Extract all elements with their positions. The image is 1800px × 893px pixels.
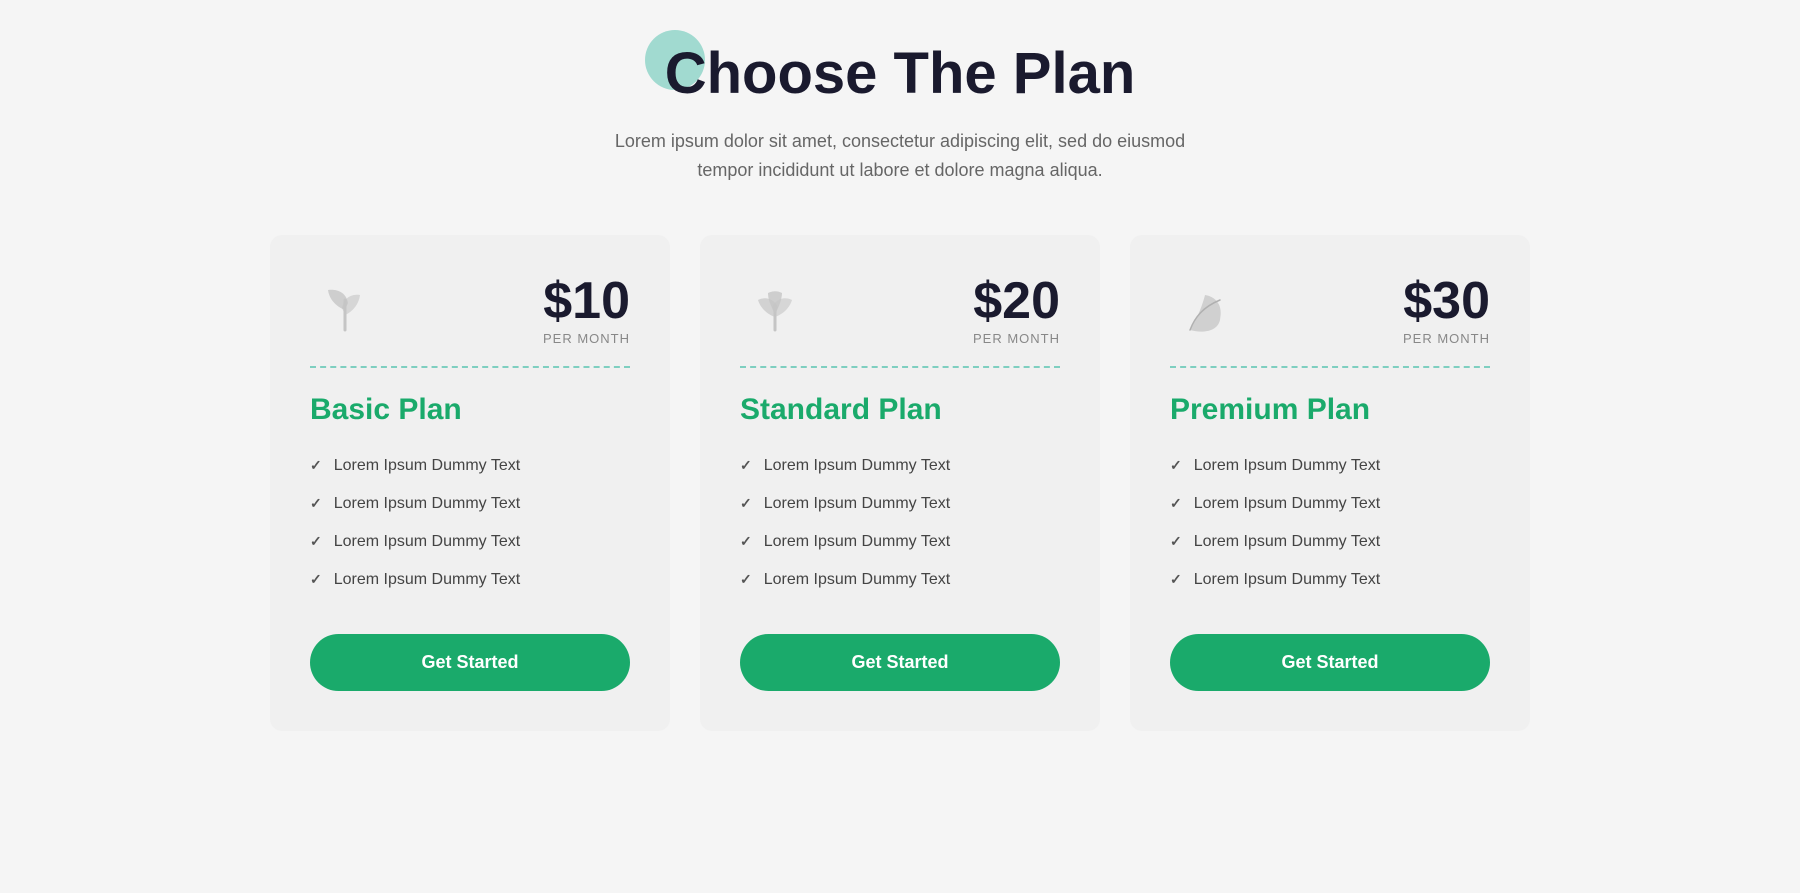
feature-text: Lorem Ipsum Dummy Text — [1194, 457, 1380, 475]
price-amount: $30 — [1403, 275, 1490, 327]
feature-item: ✓ Lorem Ipsum Dummy Text — [310, 447, 630, 485]
check-icon: ✓ — [1170, 457, 1182, 474]
price-section: $30 PER MONTH — [1403, 275, 1490, 346]
check-icon: ✓ — [310, 571, 322, 588]
plan-icon-premium — [1170, 275, 1240, 345]
check-icon: ✓ — [1170, 533, 1182, 550]
plan-card-standard: $20 PER MONTH Standard Plan ✓ Lorem Ipsu… — [700, 235, 1100, 731]
feature-item: ✓ Lorem Ipsum Dummy Text — [310, 523, 630, 561]
per-month-label: PER MONTH — [543, 331, 630, 346]
feature-text: Lorem Ipsum Dummy Text — [334, 533, 520, 551]
feature-item: ✓ Lorem Ipsum Dummy Text — [740, 561, 1060, 599]
divider — [1170, 366, 1490, 368]
plan-name: Basic Plan — [310, 393, 630, 427]
plan-icon-basic — [310, 275, 380, 345]
plan-header: $10 PER MONTH — [310, 275, 630, 346]
plan-name: Premium Plan — [1170, 393, 1490, 427]
feature-item: ✓ Lorem Ipsum Dummy Text — [1170, 523, 1490, 561]
feature-item: ✓ Lorem Ipsum Dummy Text — [310, 485, 630, 523]
feature-item: ✓ Lorem Ipsum Dummy Text — [1170, 447, 1490, 485]
per-month-label: PER MONTH — [1403, 331, 1490, 346]
price-amount: $20 — [973, 275, 1060, 327]
price-section: $20 PER MONTH — [973, 275, 1060, 346]
check-icon: ✓ — [740, 457, 752, 474]
features-list: ✓ Lorem Ipsum Dummy Text ✓ Lorem Ipsum D… — [740, 447, 1060, 599]
plan-header: $30 PER MONTH — [1170, 275, 1490, 346]
page-title: Choose The Plan — [665, 40, 1136, 107]
feature-text: Lorem Ipsum Dummy Text — [1194, 533, 1380, 551]
features-list: ✓ Lorem Ipsum Dummy Text ✓ Lorem Ipsum D… — [310, 447, 630, 599]
feature-text: Lorem Ipsum Dummy Text — [764, 533, 950, 551]
check-icon: ✓ — [1170, 495, 1182, 512]
title-wrapper: Choose The Plan — [665, 40, 1136, 107]
header-section: Choose The Plan Lorem ipsum dolor sit am… — [590, 40, 1210, 185]
divider — [740, 366, 1060, 368]
feature-item: ✓ Lorem Ipsum Dummy Text — [310, 561, 630, 599]
feature-text: Lorem Ipsum Dummy Text — [334, 457, 520, 475]
feature-text: Lorem Ipsum Dummy Text — [764, 495, 950, 513]
feature-item: ✓ Lorem Ipsum Dummy Text — [740, 485, 1060, 523]
feature-text: Lorem Ipsum Dummy Text — [334, 571, 520, 589]
divider — [310, 366, 630, 368]
price-amount: $10 — [543, 275, 630, 327]
plan-icon-standard — [740, 275, 810, 345]
feature-text: Lorem Ipsum Dummy Text — [764, 457, 950, 475]
subtitle: Lorem ipsum dolor sit amet, consectetur … — [590, 127, 1210, 185]
feature-item: ✓ Lorem Ipsum Dummy Text — [740, 523, 1060, 561]
features-list: ✓ Lorem Ipsum Dummy Text ✓ Lorem Ipsum D… — [1170, 447, 1490, 599]
get-started-button[interactable]: Get Started — [310, 634, 630, 691]
feature-text: Lorem Ipsum Dummy Text — [1194, 495, 1380, 513]
check-icon: ✓ — [310, 457, 322, 474]
feature-text: Lorem Ipsum Dummy Text — [764, 571, 950, 589]
check-icon: ✓ — [740, 571, 752, 588]
feature-text: Lorem Ipsum Dummy Text — [1194, 571, 1380, 589]
feature-text: Lorem Ipsum Dummy Text — [334, 495, 520, 513]
feature-item: ✓ Lorem Ipsum Dummy Text — [740, 447, 1060, 485]
plan-name: Standard Plan — [740, 393, 1060, 427]
get-started-button[interactable]: Get Started — [740, 634, 1060, 691]
check-icon: ✓ — [310, 533, 322, 550]
check-icon: ✓ — [740, 533, 752, 550]
plan-header: $20 PER MONTH — [740, 275, 1060, 346]
plan-card-basic: $10 PER MONTH Basic Plan ✓ Lorem Ipsum D… — [270, 235, 670, 731]
price-section: $10 PER MONTH — [543, 275, 630, 346]
plans-container: $10 PER MONTH Basic Plan ✓ Lorem Ipsum D… — [200, 235, 1600, 731]
check-icon: ✓ — [310, 495, 322, 512]
feature-item: ✓ Lorem Ipsum Dummy Text — [1170, 485, 1490, 523]
check-icon: ✓ — [1170, 571, 1182, 588]
get-started-button[interactable]: Get Started — [1170, 634, 1490, 691]
plan-card-premium: $30 PER MONTH Premium Plan ✓ Lorem Ipsum… — [1130, 235, 1530, 731]
per-month-label: PER MONTH — [973, 331, 1060, 346]
feature-item: ✓ Lorem Ipsum Dummy Text — [1170, 561, 1490, 599]
check-icon: ✓ — [740, 495, 752, 512]
